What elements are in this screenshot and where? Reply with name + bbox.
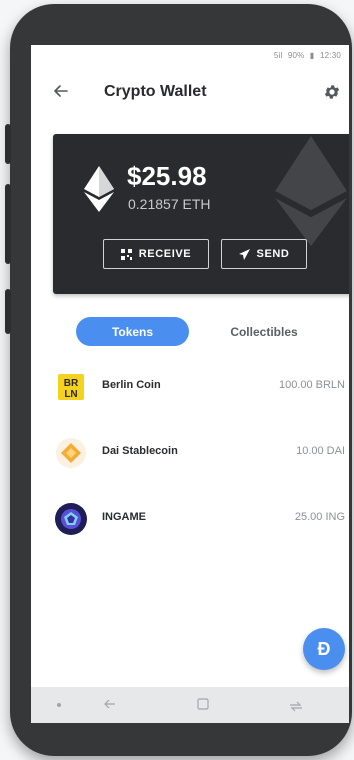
gear-icon[interactable] bbox=[323, 83, 341, 101]
token-row-ingame[interactable]: INGAME 25.00 ING bbox=[31, 497, 349, 541]
berlin-coin-icon: BR LN bbox=[58, 374, 84, 400]
nav-back-icon[interactable] bbox=[103, 697, 117, 711]
clock: 12:30 bbox=[319, 51, 341, 60]
power-button bbox=[5, 124, 11, 164]
nav-home-icon[interactable] bbox=[197, 698, 209, 710]
battery-indicator: 90% bbox=[287, 51, 305, 60]
fiat-balance: $25.98 bbox=[127, 161, 207, 191]
nav-dot-icon bbox=[57, 703, 61, 707]
berlin-coin-icon-text-top: BR bbox=[64, 378, 79, 389]
signal-indicator: 5il bbox=[273, 51, 283, 60]
battery-icon: ▮ bbox=[309, 51, 315, 60]
berlin-coin-icon-text-bottom: LN bbox=[64, 389, 77, 400]
send-label: SEND bbox=[256, 248, 290, 260]
token-name: INGAME bbox=[102, 511, 146, 523]
dai-icon bbox=[56, 438, 86, 468]
crypto-balance: 0.21857 ETH bbox=[128, 196, 211, 212]
bixby-button bbox=[5, 289, 11, 334]
ethereum-watermark-icon bbox=[275, 136, 347, 246]
token-name: Berlin Coin bbox=[102, 379, 161, 391]
balance-card: $25.98 0.21857 ETH RECEIVE SEND bbox=[53, 134, 349, 294]
qr-code-icon bbox=[120, 248, 132, 260]
ingame-icon bbox=[55, 503, 87, 535]
app-bar: Crypto Wallet bbox=[31, 71, 349, 115]
token-balance: 10.00 DAI bbox=[296, 445, 345, 457]
send-icon bbox=[238, 248, 250, 260]
page-title: Crypto Wallet bbox=[104, 83, 207, 100]
token-balance: 100.00 BRLN bbox=[278, 379, 345, 391]
android-nav-bar bbox=[31, 687, 349, 723]
ethereum-icon bbox=[84, 166, 114, 212]
tab-tokens[interactable]: Tokens bbox=[76, 317, 189, 346]
receive-label: RECEIVE bbox=[138, 248, 192, 260]
receive-button[interactable]: RECEIVE bbox=[103, 239, 209, 269]
back-arrow-icon[interactable] bbox=[51, 81, 71, 101]
token-row-berlin-coin[interactable]: BR LN Berlin Coin 100.00 BRLN bbox=[31, 365, 349, 409]
token-name: Dai Stablecoin bbox=[102, 445, 178, 457]
tab-collectibles[interactable]: Collectibles bbox=[214, 317, 314, 346]
status-bar: 5il 90% ▮ 12:30 bbox=[271, 51, 341, 60]
phone-frame: 5il 90% ▮ 12:30 Crypto Wallet $25.98 0.2… bbox=[5, 4, 352, 756]
screen: 5il 90% ▮ 12:30 Crypto Wallet $25.98 0.2… bbox=[31, 45, 349, 723]
token-balance: 25.00 ING bbox=[294, 511, 345, 523]
dapp-browser-button[interactable]: Ð bbox=[303, 628, 345, 670]
token-row-dai-stablecoin[interactable]: Dai Stablecoin 10.00 DAI bbox=[31, 431, 349, 475]
send-button[interactable]: SEND bbox=[221, 239, 307, 269]
nav-recent-apps-icon[interactable] bbox=[288, 696, 304, 712]
volume-button bbox=[5, 184, 11, 264]
